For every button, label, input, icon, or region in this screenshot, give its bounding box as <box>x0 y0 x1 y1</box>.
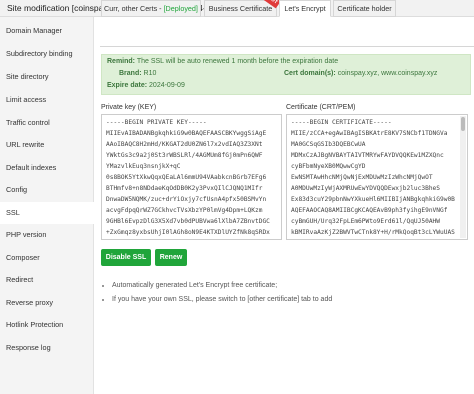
tip-item: Automatically generated Let's Encrypt fr… <box>102 282 278 289</box>
domains-value: coinspay.xyz, www.coinspay.xyz <box>337 70 438 77</box>
cert-line: MA0GCSqGSIb3DQEBCwUA <box>291 141 366 148</box>
cert-line: MDMxCzAJBgNVBAYTAIVTMRYwFAYDVQQKEw1MZXQn… <box>291 152 444 159</box>
expire-row: Expire date: 2024-09-09 <box>107 82 185 89</box>
key-line: acvgFdpqQrWZ7GCkhvcTVsXbzYP0lmVg4Dpm+LQK… <box>106 207 263 214</box>
sidebar-item-php-version[interactable]: PHP version <box>0 224 94 246</box>
key-line: 0s8BOK5YtXkwQqxQEaLAl6mmU94VAabkcnBGrb7E… <box>106 174 267 181</box>
key-line: DnwaDW5NQMK/zuc+drYiOxjy7cfUsnA4pfx50BSM… <box>106 196 267 203</box>
disable-ssl-button[interactable]: Disable SSL <box>101 249 151 266</box>
tab-business-certificate[interactable]: Business Certificate HOT <box>204 0 282 17</box>
private-key-label: Private key (KEY) <box>101 104 157 111</box>
key-line: MIIEvAIBADANBgkqhkiG9w0BAQEFAASCBKYwggSi… <box>106 130 267 137</box>
bullet-icon <box>102 299 104 301</box>
cert-line: cyBFbmNyeXB0MQwwCgYD <box>291 163 366 170</box>
scrollbar-thumb[interactable] <box>461 117 465 131</box>
expire-value: 2024-09-09 <box>149 82 185 89</box>
sidebar-item-traffic-control[interactable]: Traffic control <box>0 112 94 134</box>
cert-line: AQEFAAOCAQ8AMIIBCgKCAQEAvB9ph3fyihgE9nVN… <box>291 207 448 214</box>
cert-line: cyBmGUH/Urq32FpLEm6PWto9Erd61l/QqUJ50AHW <box>291 218 441 225</box>
sidebar-item-composer[interactable]: Composer <box>0 247 94 269</box>
sidebar-item-default-indexes[interactable]: Default indexes <box>0 157 94 179</box>
brand-label: Brand: <box>119 70 142 77</box>
tab-current-certs[interactable]: Curr, other Certs - [Deployed] <box>101 0 201 17</box>
key-line: AAoIBAQC8H2mHd/KKGAT2dU0ZN6l7x2vdIAQ3Z3X… <box>106 141 263 148</box>
key-line: 9GHBl6EvpzDlG3X5Xd7vb0dPUBVwa6lXlbA7ZBnv… <box>106 218 270 225</box>
tab-underline <box>100 46 474 47</box>
domains-row: Cert domain(s): coinspay.xyz, www.coinsp… <box>284 70 437 77</box>
sidebar-item-subdirectory-binding[interactable]: Subdirectory binding <box>0 43 94 65</box>
expire-label: Expire date: <box>107 82 148 89</box>
tab-business-certificate-label: Business Certificate <box>208 4 273 13</box>
sidebar: Domain Manager Subdirectory binding Site… <box>0 17 95 394</box>
tab-lets-encrypt[interactable]: Let's Encrypt <box>279 0 331 17</box>
sidebar-item-response-log[interactable]: Response log <box>0 337 94 359</box>
cert-line: -----BEGIN CERTIFICATE----- <box>291 119 392 126</box>
remind-label: Remind: <box>107 58 135 65</box>
sidebar-item-reverse-proxy[interactable]: Reverse proxy <box>0 292 94 314</box>
domains-label: Cert domain(s): <box>284 70 336 77</box>
cert-line: MIIE/zCCA+egAwIBAgISBKAtrE8KV7SNCbf1TDNG… <box>291 130 448 137</box>
deployed-status: [Deployed] <box>163 4 198 13</box>
tip-item: If you have your own SSL, please switch … <box>102 296 333 303</box>
certificate-label: Certificate (CRT/PEM) <box>286 104 356 111</box>
cert-line: kBMIRvaAzKjZ2BWVTwCTnk8Y+H/rMkQoqBt3cLYW… <box>291 229 455 236</box>
key-line: BTHmfv8+n8NDdaeKqOdDB0K2y3PvxQIlCJQNQ1MI… <box>106 185 263 192</box>
tip-text: If you have your own SSL, please switch … <box>112 296 333 303</box>
cert-line: Ex83d3cuY29pbnNwYXkueHl6MIIBIjANBgkqhkiG… <box>291 196 455 203</box>
sidebar-item-site-directory[interactable]: Site directory <box>0 66 94 88</box>
cert-line: A0MDUwMzIyWjAXMRUwEwYDVQQDEwxjb2luc3BheS <box>291 185 441 192</box>
remind-value: The SSL will be auto renewed 1 month bef… <box>136 58 339 65</box>
sidebar-item-redirect[interactable]: Redirect <box>0 269 94 291</box>
key-line: +ZxGmqz8yxbsUhjI0lAGh8oN9E4KTXDlUYZfNk8q… <box>106 229 270 236</box>
ssl-info-notice: Remind: The SSL will be auto renewed 1 m… <box>101 54 471 95</box>
remind-row: Remind: The SSL will be auto renewed 1 m… <box>107 58 338 65</box>
sidebar-item-limit-access[interactable]: Limit access <box>0 89 94 111</box>
sidebar-item-url-rewrite[interactable]: URL rewrite <box>0 134 94 156</box>
cert-line: EwNSMTAwHhcNMjQwNjExMDUwMzIzWhcNMjQwOT <box>291 174 433 181</box>
bullet-icon <box>102 285 104 287</box>
certificate-scrollbar[interactable] <box>460 116 466 238</box>
renew-button[interactable]: Renew <box>155 249 187 266</box>
key-line: YMazvlkEuq3nsnjkX+qC <box>106 163 181 170</box>
private-key-textarea[interactable]: -----BEGIN PRIVATE KEY----- MIIEvAIBADAN… <box>101 114 282 240</box>
sidebar-item-ssl[interactable]: SSL <box>0 202 95 224</box>
brand-value: R10 <box>143 70 157 77</box>
key-line: -----BEGIN PRIVATE KEY----- <box>106 119 207 126</box>
sidebar-item-config[interactable]: Config <box>0 179 94 201</box>
tab-current-certs-label: Curr, other Certs - <box>104 4 164 13</box>
certificate-textarea[interactable]: -----BEGIN CERTIFICATE----- MIIE/zCCA+eg… <box>286 114 468 240</box>
tab-certificate-holder[interactable]: Certificate holder <box>333 0 396 17</box>
key-line: YWktGs3c9a2j0St3rWBSLRl/4AGMUm8fGj0mPn6Q… <box>106 152 263 159</box>
sidebar-item-domain-manager[interactable]: Domain Manager <box>0 20 94 42</box>
brand-row: Brand: R10 <box>119 70 156 77</box>
sidebar-item-hotlink-protection[interactable]: Hotlink Protection <box>0 314 94 336</box>
tip-text: Automatically generated Let's Encrypt fr… <box>112 282 278 289</box>
